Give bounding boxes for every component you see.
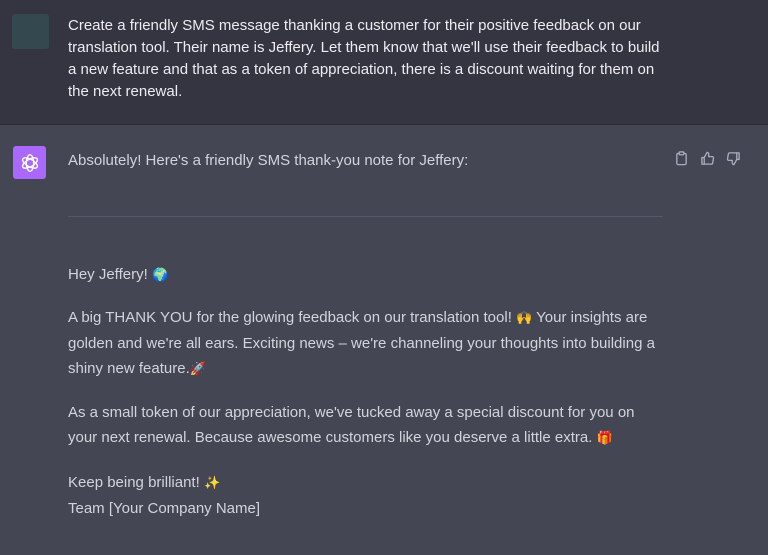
assistant-avatar <box>13 146 46 179</box>
assistant-intro-text: Absolutely! Here's a friendly SMS thank-… <box>68 152 469 169</box>
thumbs-up-icon <box>701 151 715 165</box>
discount-text: As a small token of our appreciation, we… <box>68 404 635 446</box>
sparkles-emoji: ✨ <box>203 476 221 491</box>
sms-signoff: Keep being brilliant! ✨ Team [Your Compan… <box>68 470 658 521</box>
thumbs-down-icon <box>726 152 740 166</box>
thanks-text: A big THANK YOU for the glowing feedback… <box>68 309 512 326</box>
openai-logo-icon <box>21 153 38 172</box>
raised-hands-emoji: 🙌 <box>516 311 533 326</box>
sms-thanks-paragraph: A big THANK YOU for the glowing feedback… <box>68 305 658 382</box>
signature-text: Team [Your Company Name] <box>68 500 261 517</box>
user-message-row: Create a friendly SMS message thanking a… <box>0 0 768 125</box>
sms-greeting: Hey Jeffery! 🌍 <box>68 262 658 288</box>
message-actions <box>673 150 742 167</box>
dislike-button[interactable] <box>725 150 742 167</box>
user-message-text: Create a friendly SMS message thanking a… <box>68 17 660 100</box>
sms-discount-paragraph: As a small token of our appreciation, we… <box>68 400 658 451</box>
clipboard-icon <box>676 151 687 166</box>
user-avatar <box>12 14 49 49</box>
rocket-emoji: 🚀 <box>189 362 206 377</box>
copy-button[interactable] <box>673 150 690 167</box>
gift-emoji: 🎁 <box>596 431 613 446</box>
greeting-text: Hey Jeffery! <box>68 266 148 283</box>
assistant-message-row: Absolutely! Here's a friendly SMS thank-… <box>0 125 768 555</box>
signoff-text: Keep being brilliant! <box>68 474 200 491</box>
like-button[interactable] <box>699 150 716 167</box>
content-divider <box>68 216 663 217</box>
globe-emoji: 🌍 <box>151 268 169 283</box>
